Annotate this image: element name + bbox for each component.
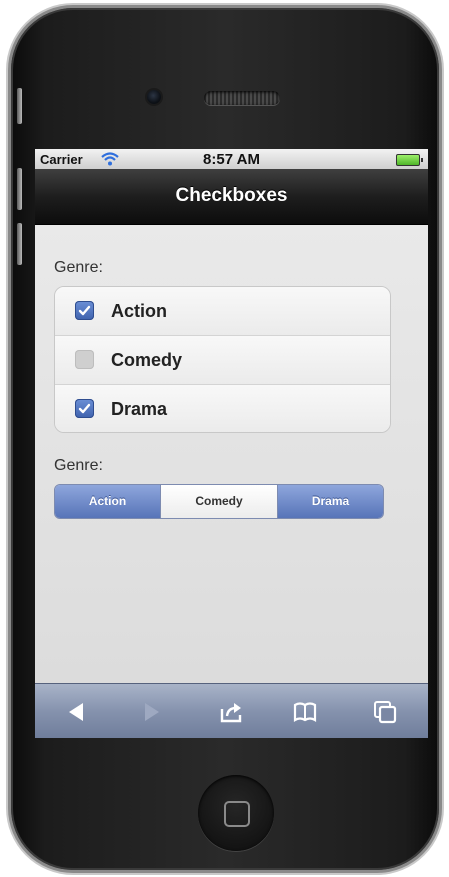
checkbox-checked[interactable] bbox=[75, 399, 94, 418]
checkbox-group-label: Genre: bbox=[54, 259, 103, 276]
bookmarks-icon[interactable] bbox=[292, 699, 318, 725]
battery-icon bbox=[396, 154, 423, 166]
home-square-icon bbox=[224, 801, 250, 827]
checkbox-checked[interactable] bbox=[75, 301, 94, 320]
page-title: Checkboxes bbox=[175, 185, 288, 206]
checkbox-row-comedy[interactable]: Comedy bbox=[55, 336, 390, 385]
share-icon[interactable] bbox=[218, 699, 244, 725]
segmented-checkbox-control: Action Comedy Drama bbox=[54, 484, 384, 519]
checkbox-label: Drama bbox=[111, 399, 168, 419]
content-area: Genre: Action Comedy Drama Genre: Action… bbox=[35, 225, 428, 683]
home-button[interactable] bbox=[198, 775, 274, 851]
checkbox-label: Action bbox=[111, 301, 167, 321]
checkbox-list: Action Comedy Drama bbox=[54, 286, 391, 433]
screen: Carrier 8:57 AM Checkboxes Genre: Action bbox=[35, 149, 428, 738]
checkbox-label: Comedy bbox=[111, 350, 183, 370]
tabs-icon[interactable] bbox=[372, 699, 398, 725]
earpiece-speaker bbox=[204, 91, 280, 105]
navigation-bar: Checkboxes bbox=[35, 169, 428, 225]
forward-arrow-icon[interactable] bbox=[139, 699, 165, 725]
checkmark-icon bbox=[78, 403, 91, 414]
back-arrow-icon[interactable] bbox=[63, 699, 89, 725]
volume-down-button bbox=[17, 223, 22, 265]
status-bar: Carrier 8:57 AM bbox=[35, 149, 428, 169]
checkbox-row-action[interactable]: Action bbox=[55, 287, 390, 336]
front-camera bbox=[147, 90, 161, 104]
volume-up-button bbox=[17, 168, 22, 210]
checkmark-icon bbox=[78, 305, 91, 316]
segment-action[interactable]: Action bbox=[55, 485, 160, 518]
status-time: 8:57 AM bbox=[203, 151, 260, 168]
segment-comedy[interactable]: Comedy bbox=[160, 485, 277, 518]
browser-toolbar bbox=[35, 683, 428, 738]
segmented-group-label: Genre: bbox=[54, 457, 103, 474]
mute-switch bbox=[17, 88, 22, 124]
checkbox-unchecked[interactable] bbox=[75, 350, 94, 369]
checkbox-row-drama[interactable]: Drama bbox=[55, 385, 390, 432]
segment-drama[interactable]: Drama bbox=[277, 485, 383, 518]
